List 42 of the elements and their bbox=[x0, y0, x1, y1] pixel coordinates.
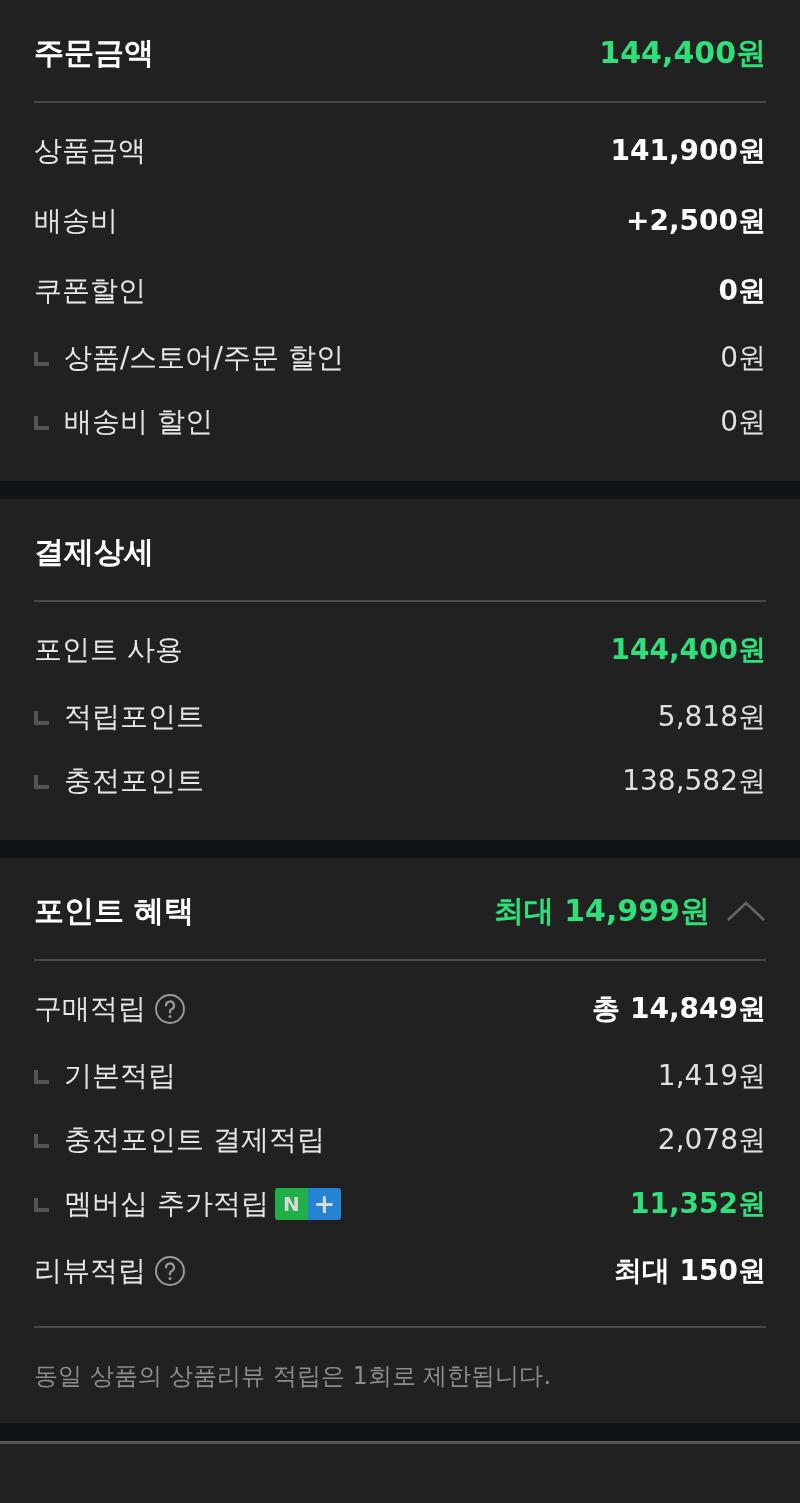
row-label: 상품금액 bbox=[34, 133, 146, 169]
row-value: 총 14,849원 bbox=[592, 991, 766, 1027]
row-label: 상품/스토어/주문 할인 bbox=[64, 340, 344, 376]
header-amount: 최대 14,999원 bbox=[493, 892, 710, 930]
indent-icon bbox=[34, 1134, 49, 1148]
row-value: 141,900원 bbox=[610, 133, 766, 169]
row-value: 11,352원 bbox=[629, 1186, 766, 1222]
chevron-up-icon[interactable] bbox=[726, 899, 766, 922]
indent-icon bbox=[34, 775, 49, 789]
section-title: 주문금액 bbox=[34, 34, 154, 72]
row-label: 충전포인트 bbox=[64, 763, 204, 799]
row-value: 0원 bbox=[720, 340, 766, 376]
row-value: 138,582원 bbox=[622, 763, 766, 799]
row-label: 포인트 사용 bbox=[34, 632, 183, 668]
row-label: 구매적립 bbox=[34, 991, 146, 1027]
row-label: 적립포인트 bbox=[64, 699, 204, 735]
notice-text: 동일 상품의 상품리뷰 적립은 1회로 제한됩니다. bbox=[34, 1361, 553, 1392]
row-label: 배송비 bbox=[34, 203, 118, 239]
section-title: 결제상세 bbox=[34, 533, 154, 571]
help-icon[interactable] bbox=[154, 1255, 186, 1287]
row-value: 5,818원 bbox=[657, 699, 766, 735]
indent-icon bbox=[34, 416, 49, 430]
section-title: 포인트 혜택 bbox=[34, 892, 195, 930]
indent-icon bbox=[34, 711, 49, 725]
row-label: 리뷰적립 bbox=[34, 1253, 146, 1289]
indent-icon bbox=[34, 1070, 49, 1084]
row-value: 1,419원 bbox=[657, 1058, 766, 1094]
row-value: 0원 bbox=[718, 273, 766, 309]
row-value: 2,078원 bbox=[657, 1122, 766, 1158]
row-label: 기본적립 bbox=[64, 1058, 176, 1094]
row-value: 144,400원 bbox=[610, 632, 766, 668]
row-label: 배송비 할인 bbox=[64, 404, 213, 440]
row-value: 0원 bbox=[720, 404, 766, 440]
row-label: 쿠폰할인 bbox=[34, 273, 146, 309]
indent-icon bbox=[34, 1198, 49, 1212]
row-label: 멤버십 추가적립 bbox=[64, 1186, 269, 1222]
help-icon[interactable] bbox=[154, 993, 186, 1025]
row-value: +2,500원 bbox=[625, 203, 766, 239]
row-label: 충전포인트 결제적립 bbox=[64, 1122, 325, 1158]
indent-icon bbox=[34, 352, 49, 366]
row-value: 최대 150원 bbox=[613, 1253, 766, 1289]
header-amount: 144,400원 bbox=[599, 34, 766, 72]
